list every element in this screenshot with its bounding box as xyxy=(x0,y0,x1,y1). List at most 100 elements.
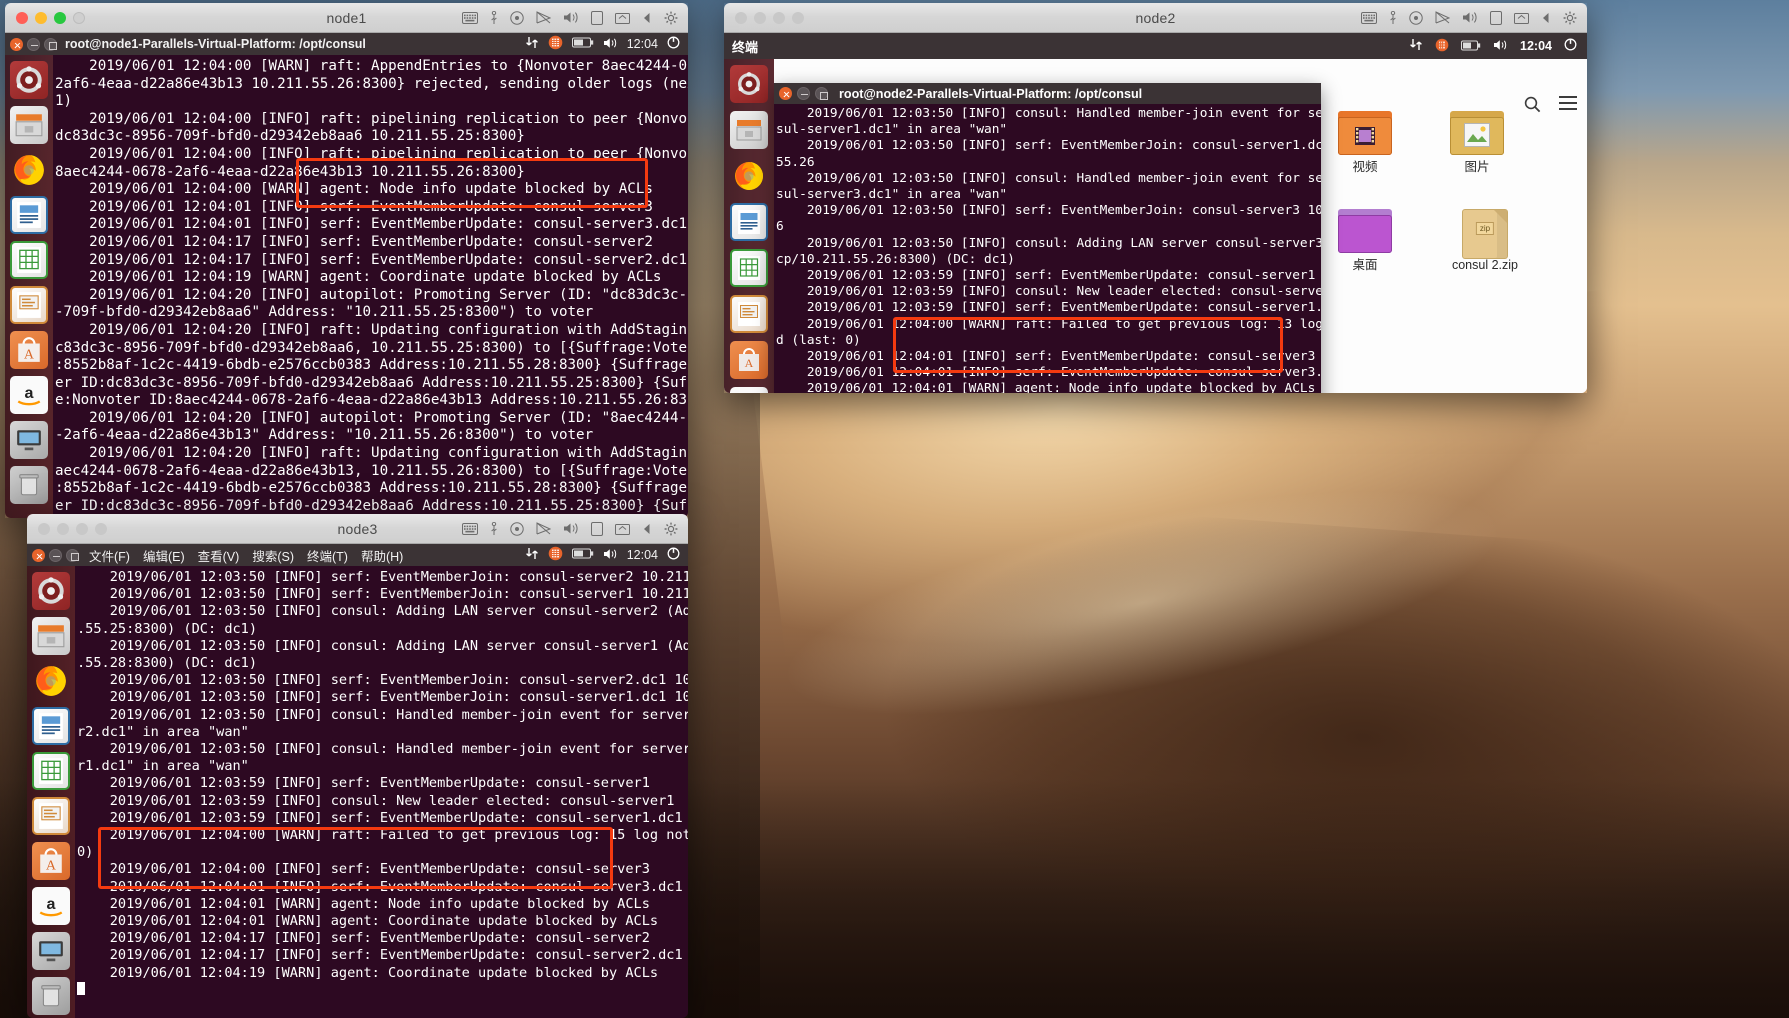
system-settings-icon[interactable] xyxy=(32,932,70,970)
network-indicator-icon[interactable] xyxy=(1409,38,1423,54)
node1-terminal-window-controls[interactable] xyxy=(5,37,57,51)
system-settings-icon[interactable] xyxy=(10,421,48,459)
network-icon[interactable] xyxy=(1435,11,1450,24)
node3-terminal-output[interactable]: 2019/06/01 12:03:50 [INFO] serf: EventMe… xyxy=(75,566,688,1018)
trash-icon[interactable] xyxy=(32,977,70,1015)
volume-icon[interactable] xyxy=(1462,11,1478,24)
node1-terminal-output[interactable]: 2019/06/01 12:04:00 [WARN] raft: AppendE… xyxy=(53,55,688,518)
desktop-icon-pictures[interactable]: 图片 xyxy=(1434,111,1520,174)
files-manager-icon[interactable] xyxy=(10,106,48,144)
power-menu-icon[interactable] xyxy=(667,547,680,563)
terminal-maximize-button[interactable] xyxy=(66,548,79,562)
fullscreen-button[interactable] xyxy=(73,11,85,24)
volume-indicator-icon[interactable] xyxy=(603,37,618,52)
keyboard-icon[interactable] xyxy=(462,11,478,24)
files-manager-icon[interactable] xyxy=(730,111,768,149)
node3-toolbar-icons[interactable] xyxy=(462,521,688,536)
maximize-button[interactable] xyxy=(54,11,66,24)
power-menu-icon[interactable] xyxy=(667,36,680,52)
libreoffice-impress-icon[interactable] xyxy=(10,286,48,324)
ubuntu-dash-icon[interactable] xyxy=(10,61,48,99)
terminal-close-button[interactable] xyxy=(779,87,792,100)
node1-ubuntu-indicators[interactable]: 12:04 xyxy=(525,35,688,53)
desktop-icon-desktop[interactable]: 桌面 xyxy=(1322,209,1408,272)
disc-icon[interactable] xyxy=(1409,10,1423,25)
maximize-button[interactable] xyxy=(76,522,88,535)
node1-titlebar[interactable]: node1 xyxy=(5,3,688,33)
display-icon[interactable] xyxy=(1490,10,1502,25)
node2-unity-launcher[interactable]: A a xyxy=(724,59,774,393)
node3-titlebar[interactable]: node3 xyxy=(27,514,688,544)
menu-view[interactable]: 查看(V) xyxy=(198,546,240,565)
libreoffice-impress-icon[interactable] xyxy=(730,295,768,333)
files-manager-icon[interactable] xyxy=(32,617,70,655)
volume-icon[interactable] xyxy=(563,11,579,24)
firefox-icon[interactable] xyxy=(730,157,768,195)
keyboard-icon[interactable] xyxy=(462,522,478,535)
node3-terminal-window-controls[interactable] xyxy=(27,548,79,562)
node2-ubuntu-indicators[interactable]: 12:04 xyxy=(1409,38,1587,55)
network-indicator-icon[interactable] xyxy=(525,36,539,52)
gear-icon[interactable] xyxy=(664,522,678,536)
terminal-close-button[interactable] xyxy=(10,37,23,51)
network-icon[interactable] xyxy=(536,522,551,535)
libreoffice-calc-icon[interactable] xyxy=(730,249,768,287)
back-arrow-icon[interactable] xyxy=(642,523,652,535)
menu-file[interactable]: 文件(F) xyxy=(89,546,130,565)
gear-icon[interactable] xyxy=(1563,11,1577,25)
node2-toolbar-icons[interactable] xyxy=(1361,10,1587,25)
node1-window-lights[interactable] xyxy=(5,11,85,24)
gear-icon[interactable] xyxy=(664,11,678,25)
terminal-minimize-button[interactable] xyxy=(27,37,40,51)
keyboard-layout-indicator-icon[interactable] xyxy=(1435,38,1449,55)
node2-terminal-output[interactable]: 2019/06/01 12:03:50 [INFO] consul: Handl… xyxy=(774,104,1321,393)
desktop-icon-consul-zip[interactable]: zip consul 2.zip xyxy=(1430,209,1540,272)
menu-edit[interactable]: 编辑(E) xyxy=(143,546,185,565)
maximize-button[interactable] xyxy=(773,11,785,24)
node2-titlebar[interactable]: node2 xyxy=(724,3,1587,33)
firefox-icon[interactable] xyxy=(32,662,70,700)
power-menu-icon[interactable] xyxy=(1564,38,1577,54)
volume-indicator-icon[interactable] xyxy=(1493,39,1508,54)
node1-toolbar-icons[interactable] xyxy=(462,10,688,25)
disc-icon[interactable] xyxy=(510,521,524,536)
minimize-button[interactable] xyxy=(35,11,47,24)
amazon-icon[interactable]: a xyxy=(10,376,48,414)
battery-indicator-icon[interactable] xyxy=(571,37,594,51)
node2-ubuntu-clock[interactable]: 12:04 xyxy=(1520,39,1552,53)
node3-ubuntu-clock[interactable]: 12:04 xyxy=(627,548,658,562)
amazon-icon[interactable]: a xyxy=(32,887,70,925)
close-button[interactable] xyxy=(38,522,50,535)
window-node3[interactable]: node3 文件(F) 编辑(E) 查看(V) 搜索(S) 终端(T) 帮助(H… xyxy=(27,514,688,1018)
libreoffice-writer-icon[interactable] xyxy=(10,196,48,234)
node2-terminal-titlebar[interactable]: root@node2-Parallels-Virtual-Platform: /… xyxy=(774,83,1321,104)
node2-gnome-terminal[interactable]: root@node2-Parallels-Virtual-Platform: /… xyxy=(774,83,1321,393)
ubuntu-dash-icon[interactable] xyxy=(730,65,768,103)
usb-icon[interactable] xyxy=(490,521,498,536)
network-indicator-icon[interactable] xyxy=(525,547,539,563)
minimize-button[interactable] xyxy=(57,522,69,535)
software-center-icon[interactable]: A xyxy=(32,842,70,880)
node3-unity-launcher[interactable]: A a xyxy=(27,566,75,1018)
libreoffice-impress-icon[interactable] xyxy=(32,797,70,835)
desktop-icon-videos[interactable]: 视频 xyxy=(1322,111,1408,174)
trash-icon[interactable] xyxy=(10,466,48,504)
terminal-close-button[interactable] xyxy=(32,548,45,562)
libreoffice-calc-icon[interactable] xyxy=(32,752,70,790)
node1-unity-launcher[interactable]: A a xyxy=(5,55,53,518)
amazon-icon[interactable]: a xyxy=(730,387,768,393)
terminal-minimize-button[interactable] xyxy=(797,87,810,100)
menu-search[interactable]: 搜索(S) xyxy=(252,546,294,565)
share-icon[interactable] xyxy=(615,12,630,24)
share-icon[interactable] xyxy=(1514,12,1529,24)
node1-ubuntu-clock[interactable]: 12:04 xyxy=(627,37,658,51)
menu-help[interactable]: 帮助(H) xyxy=(361,546,403,565)
node3-menubar[interactable]: 文件(F) 编辑(E) 查看(V) 搜索(S) 终端(T) 帮助(H) xyxy=(89,546,403,565)
share-icon[interactable] xyxy=(615,523,630,535)
node2-window-lights[interactable] xyxy=(724,11,804,24)
node2-filemanager-toolbar[interactable] xyxy=(1524,96,1577,118)
node3-ubuntu-indicators[interactable]: 12:04 xyxy=(525,546,688,564)
libreoffice-writer-icon[interactable] xyxy=(730,203,768,241)
battery-indicator-icon[interactable] xyxy=(1461,39,1481,54)
terminal-minimize-button[interactable] xyxy=(49,548,62,562)
